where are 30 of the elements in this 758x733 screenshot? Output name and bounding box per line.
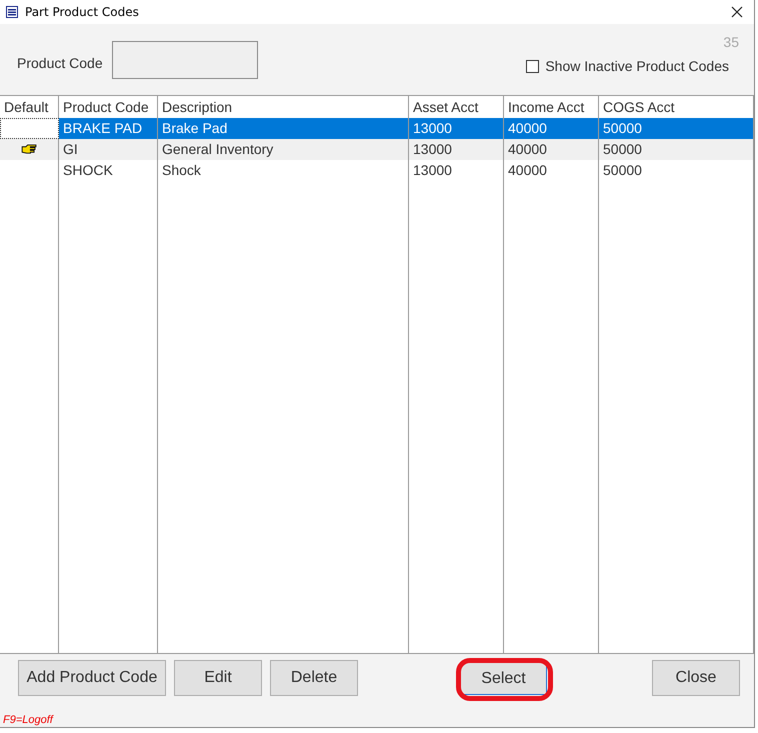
product-code-label: Product Code: [17, 55, 103, 71]
pointing-hand-icon: [20, 144, 38, 155]
action-button[interactable]: Add Product Code: [18, 660, 166, 696]
table-cell: BRAKE PAD: [59, 118, 158, 139]
table-cell: 13000: [409, 139, 504, 160]
action-button[interactable]: Select: [460, 662, 547, 695]
table-cell: Brake Pad: [158, 118, 409, 139]
table-cell: 40000: [504, 139, 599, 160]
window-title: Part Product Codes: [25, 5, 140, 19]
shortcut-hint: F9=Logoff: [3, 714, 55, 726]
record-count: 35: [723, 34, 739, 50]
table-cell: 40000: [504, 160, 599, 181]
close-icon[interactable]: [731, 6, 743, 18]
action-button[interactable]: Delete: [270, 660, 358, 696]
action-button[interactable]: Close: [652, 660, 740, 696]
table-cell: 13000: [409, 118, 504, 139]
table-cell: 40000: [504, 118, 599, 139]
table-cell: 13000: [409, 160, 504, 181]
table-cell: Shock: [158, 160, 409, 181]
table-cell: 50000: [599, 160, 754, 181]
checkbox[interactable]: [526, 60, 540, 72]
product-code-field[interactable]: [112, 41, 258, 79]
table-cell: 50000: [599, 139, 754, 160]
checkbox-label: Show Inactive Product Codes: [545, 58, 729, 74]
table-cell: GI: [59, 139, 158, 160]
action-button[interactable]: Edit: [174, 660, 262, 696]
table-cell: SHOCK: [59, 160, 158, 181]
table-cell: General Inventory: [158, 139, 409, 160]
table-cell: 50000: [599, 118, 754, 139]
app-icon: [6, 6, 18, 18]
